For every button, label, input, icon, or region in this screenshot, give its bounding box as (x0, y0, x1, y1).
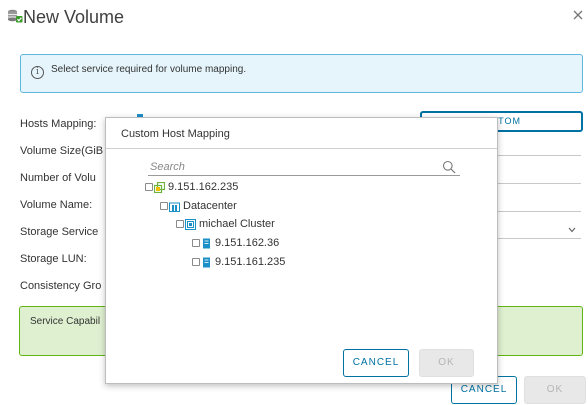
storage-service-select[interactable] (498, 238, 581, 239)
checkbox[interactable] (192, 239, 200, 247)
tree-node-datacenter[interactable]: Datacenter (160, 198, 237, 214)
datacenter-icon (169, 202, 180, 212)
volume-stack-icon (8, 9, 23, 23)
service-capabilities-label: Service Capabil (30, 316, 101, 327)
dialog-title: New Volume (23, 7, 125, 27)
modal-title: Custom Host Mapping (121, 128, 230, 140)
modal-cancel-button[interactable]: CANCEL (343, 349, 409, 377)
search-field (148, 158, 460, 176)
volume-size-input[interactable] (498, 155, 581, 156)
checkbox[interactable] (192, 258, 200, 266)
consistency-group-label: Consistency Gro (20, 280, 102, 292)
volume-name-input[interactable] (498, 211, 581, 212)
storage-service-label: Storage Service (20, 226, 99, 238)
tree-node-label: 9.151.161.235 (215, 256, 286, 268)
info-icon: i (31, 66, 44, 79)
search-icon[interactable] (442, 160, 456, 174)
volume-name-label: Volume Name: (20, 199, 93, 211)
hosts-mapping-label: Hosts Mapping: (20, 118, 97, 130)
host-icon (203, 257, 210, 267)
storage-lun-label: Storage LUN: (20, 253, 87, 265)
checkbox[interactable] (160, 202, 168, 210)
info-message: Select service required for volume mappi… (51, 64, 247, 75)
vcenter-icon (154, 181, 165, 193)
tree-node-label: michael Cluster (199, 218, 275, 230)
close-icon[interactable] (571, 8, 585, 22)
search-input[interactable] (148, 158, 428, 175)
custom-host-mapping-modal: Custom Host Mapping 9.151.162.235 Datace… (105, 117, 498, 384)
tree-node-label: 9.151.162.36 (215, 237, 280, 249)
volume-size-label: Volume Size(GiB (20, 145, 104, 157)
host-icon (203, 238, 210, 248)
tree-node-cluster[interactable]: michael Cluster (176, 216, 275, 232)
tree-node-label: Datacenter (183, 200, 237, 212)
checkbox[interactable] (176, 220, 184, 228)
modal-ok-button[interactable]: OK (419, 349, 474, 377)
info-banner: i Select service required for volume map… (20, 54, 583, 93)
tree-node-host[interactable]: 9.151.162.36 (192, 235, 279, 251)
tree-node-host[interactable]: 9.151.161.235 (192, 254, 285, 270)
modal-divider (106, 148, 497, 149)
checkbox[interactable] (145, 183, 153, 191)
number-of-volumes-input[interactable] (498, 183, 581, 184)
tree-node-label: 9.151.162.235 (168, 181, 239, 193)
ok-button[interactable]: OK (524, 376, 586, 404)
number-of-volumes-label: Number of Volu (20, 172, 96, 184)
tree-node-vcenter[interactable]: 9.151.162.235 (145, 179, 238, 195)
cluster-icon (185, 218, 196, 230)
chevron-down-icon[interactable] (568, 225, 576, 235)
